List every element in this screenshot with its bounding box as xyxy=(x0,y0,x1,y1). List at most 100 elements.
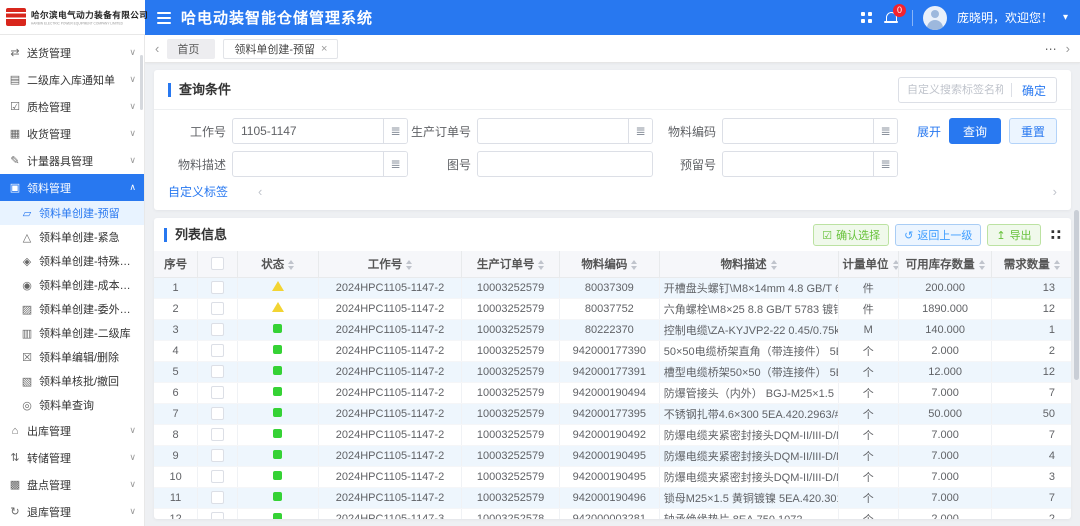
cell-stock: 200.000 xyxy=(898,277,992,298)
sidebar-item[interactable]: ✎ 计量器具管理 ∨ xyxy=(0,147,144,174)
row-checkbox[interactable] xyxy=(211,281,224,294)
go-back-button[interactable]: ↺ 返回上一级 xyxy=(895,224,981,246)
reserve-no-input[interactable] xyxy=(723,157,873,171)
table-row[interactable]: 9 2024HPC1105-1147-2 10003252579 9420001… xyxy=(154,445,1071,466)
table-row[interactable]: 4 2024HPC1105-1147-2 10003252579 9420001… xyxy=(154,340,1071,361)
sidebar-item[interactable]: ☒ 领料单编辑/删除 xyxy=(0,345,144,369)
column-setting-icon[interactable]: ∷ xyxy=(1051,228,1061,243)
sidebar-item[interactable]: ◉ 领料单创建-成本中心 xyxy=(0,273,144,297)
col-stock[interactable]: 可用库存数量 xyxy=(898,251,992,277)
batch-input-icon[interactable]: ≣ xyxy=(873,119,897,143)
tab[interactable]: 首页 xyxy=(167,39,215,59)
tabs-scroll-left-icon[interactable]: ‹ xyxy=(155,41,159,56)
row-checkbox[interactable] xyxy=(211,428,224,441)
row-checkbox[interactable] xyxy=(211,302,224,315)
sidebar-item[interactable]: ⌂ 出库管理 ∨ xyxy=(0,417,144,444)
tab[interactable]: 领料单创建-预留 × xyxy=(223,39,338,59)
sidebar-item[interactable]: ▱ 领料单创建-预留 xyxy=(0,201,144,225)
export-button[interactable]: ↥ 导出 xyxy=(987,224,1040,246)
row-checkbox[interactable] xyxy=(211,407,224,420)
fullscreen-icon[interactable] xyxy=(861,12,872,23)
col-order-no[interactable]: 生产订单号 xyxy=(462,251,560,277)
col-material-code[interactable]: 物料编码 xyxy=(559,251,659,277)
notification-badge: 0 xyxy=(893,4,906,17)
table-row[interactable]: 1 2024HPC1105-1147-2 10003252579 8003730… xyxy=(154,277,1071,298)
table-row[interactable]: 8 2024HPC1105-1147-2 10003252579 9420001… xyxy=(154,424,1071,445)
confirm-select-button[interactable]: ☑ 确认选择 xyxy=(813,224,889,246)
material-desc-input[interactable] xyxy=(233,157,383,171)
user-menu-caret-icon[interactable]: ▾ xyxy=(1063,12,1068,23)
tags-prev-icon[interactable]: ‹ xyxy=(258,184,262,199)
expand-button[interactable]: 展开 xyxy=(917,123,941,140)
row-checkbox[interactable] xyxy=(211,512,224,519)
reset-button[interactable]: 重置 xyxy=(1009,118,1057,144)
material-desc-label: 物料描述 xyxy=(164,156,226,173)
sidebar-item[interactable]: ▩ 盘点管理 ∨ xyxy=(0,471,144,498)
row-checkbox[interactable] xyxy=(211,323,224,336)
custom-tag-button[interactable]: 自定义标签 xyxy=(168,183,228,200)
select-all-checkbox[interactable] xyxy=(211,257,224,270)
material-code-input[interactable] xyxy=(723,124,873,138)
tabs-more-icon[interactable]: ⋯ xyxy=(1045,42,1058,56)
table-row[interactable]: 10 2024HPC1105-1147-2 10003252579 942000… xyxy=(154,466,1071,487)
search-button[interactable]: 查询 xyxy=(949,118,1001,144)
cell-seq: 11 xyxy=(154,487,198,508)
sidebar-item[interactable]: ⇅ 转储管理 ∨ xyxy=(0,444,144,471)
sidebar-item[interactable]: ▥ 领料单创建-二级库 xyxy=(0,321,144,345)
sidebar-item[interactable]: △ 领料单创建-紧急 xyxy=(0,225,144,249)
row-checkbox[interactable] xyxy=(211,470,224,483)
col-work-no[interactable]: 工作号 xyxy=(318,251,461,277)
col-status[interactable]: 状态 xyxy=(237,251,318,277)
cell-work-no: 2024HPC1105-1147-3 xyxy=(318,508,461,519)
table-row[interactable]: 12 2024HPC1105-1147-3 10003252578 942000… xyxy=(154,508,1071,519)
vertical-scrollbar[interactable] xyxy=(1074,210,1079,380)
table-row[interactable]: 7 2024HPC1105-1147-2 10003252579 9420001… xyxy=(154,403,1071,424)
notification-bell-icon[interactable]: 0 xyxy=(882,8,902,28)
table-row[interactable]: 5 2024HPC1105-1147-2 10003252579 9420001… xyxy=(154,361,1071,382)
tags-next-icon[interactable]: › xyxy=(1053,184,1057,199)
row-checkbox[interactable] xyxy=(211,449,224,462)
col-unit[interactable]: 计量单位 xyxy=(838,251,898,277)
cell-order-no: 10003252579 xyxy=(462,319,560,340)
col-demand[interactable]: 需求数量 xyxy=(992,251,1071,277)
sidebar-collapse-icon[interactable] xyxy=(157,12,171,24)
table-row[interactable]: 3 2024HPC1105-1147-2 10003252579 8022237… xyxy=(154,319,1071,340)
row-checkbox[interactable] xyxy=(211,344,224,357)
user-avatar[interactable] xyxy=(923,6,947,30)
sidebar: ⇄ 送货管理 ∨ ▤ 二级库入库通知单 ∨ ☑ 质检管理 ∨ ▦ xyxy=(0,35,145,526)
batch-input-icon[interactable]: ≣ xyxy=(383,119,407,143)
tab-close-icon[interactable]: × xyxy=(321,43,327,55)
sidebar-item[interactable]: ↻ 退库管理 ∨ xyxy=(0,498,144,525)
order-no-input[interactable] xyxy=(478,124,628,138)
sidebar-item[interactable]: ▦ 收货管理 ∨ xyxy=(0,120,144,147)
table-row[interactable]: 11 2024HPC1105-1147-2 10003252579 942000… xyxy=(154,487,1071,508)
sidebar-item[interactable]: ▣ 领料管理 ∧ xyxy=(0,174,144,201)
measuring-tools-icon: ✎ xyxy=(8,154,22,167)
work-no-input[interactable] xyxy=(233,124,383,138)
confirm-button[interactable]: 确定 xyxy=(1012,82,1056,99)
sidebar-scrollbar[interactable] xyxy=(140,55,143,110)
table-row[interactable]: 6 2024HPC1105-1147-2 10003252579 9420001… xyxy=(154,382,1071,403)
row-checkbox[interactable] xyxy=(211,386,224,399)
sidebar-item[interactable]: ▨ 领料单创建-委外组件 xyxy=(0,297,144,321)
custom-tag-name-input[interactable] xyxy=(899,84,1011,96)
user-greeting[interactable]: 庞晓明，欢迎您！ xyxy=(957,9,1053,26)
sidebar-item[interactable]: ◎ 领料单查询 xyxy=(0,393,144,417)
cell-material-desc: 不锈钢扎带4.6×300 5EA.420.2963/#18 xyxy=(659,403,838,424)
batch-input-icon[interactable]: ≣ xyxy=(383,152,407,176)
cell-material-desc: 防爆电缆夹紧密封接头DQM-II/III-D/M20 xyxy=(659,445,838,466)
sidebar-item[interactable]: ▤ 二级库入库通知单 ∨ xyxy=(0,66,144,93)
drawing-no-input[interactable] xyxy=(478,157,652,171)
sidebar-item[interactable]: ◈ 领料单创建-特殊项目 xyxy=(0,249,144,273)
sidebar-item[interactable]: ⇄ 送货管理 ∨ xyxy=(0,39,144,66)
tabs-scroll-right-icon[interactable]: › xyxy=(1066,41,1070,56)
sidebar-item[interactable]: ☑ 质检管理 ∨ xyxy=(0,93,144,120)
row-checkbox[interactable] xyxy=(211,491,224,504)
col-material-desc[interactable]: 物料描述 xyxy=(659,251,838,277)
cell-seq: 6 xyxy=(154,382,198,403)
row-checkbox[interactable] xyxy=(211,365,224,378)
sidebar-item[interactable]: ▧ 领料单核批/撤回 xyxy=(0,369,144,393)
batch-input-icon[interactable]: ≣ xyxy=(628,119,652,143)
table-row[interactable]: 2 2024HPC1105-1147-2 10003252579 8003775… xyxy=(154,298,1071,319)
batch-input-icon[interactable]: ≣ xyxy=(873,152,897,176)
